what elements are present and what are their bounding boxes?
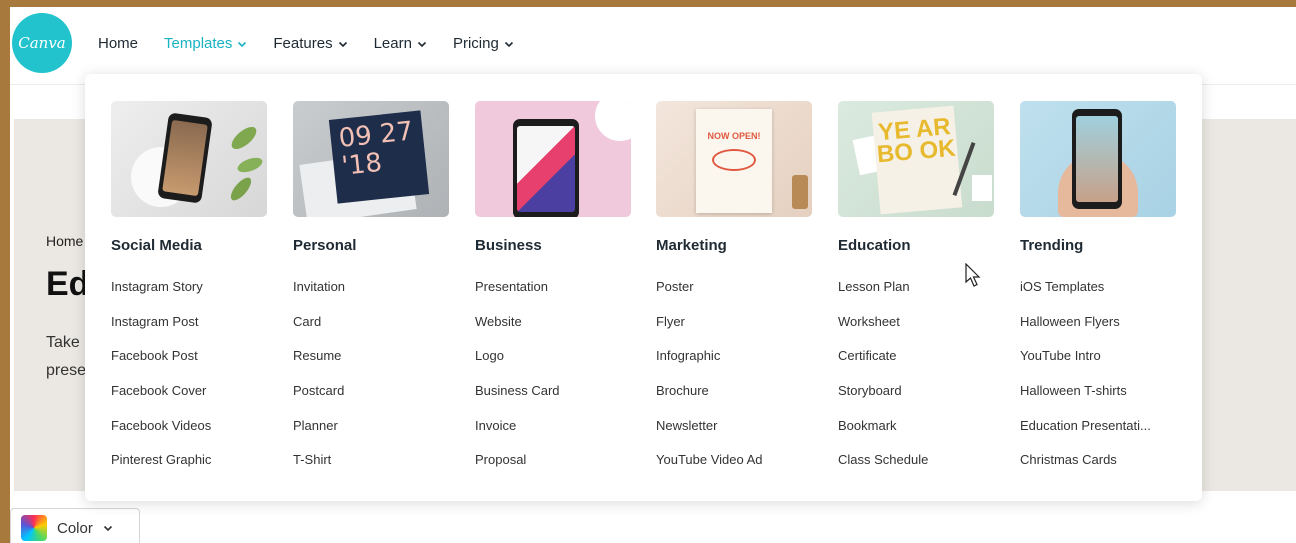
column-trending: Trending iOS Templates Halloween Flyers … (1020, 101, 1176, 478)
marketing-thumbnail[interactable]: NOW OPEN! (656, 101, 812, 217)
yearbook-artwork-text: YE AR BO OK (875, 113, 957, 169)
nav-label: Features (273, 35, 333, 52)
chevron-down-icon (417, 41, 427, 47)
nav-templates[interactable]: Templates (164, 35, 247, 52)
menu-link[interactable]: Christmas Cards (1020, 443, 1176, 478)
menu-link[interactable]: iOS Templates (1020, 270, 1176, 305)
business-thumbnail[interactable] (475, 101, 631, 217)
nav-label: Pricing (452, 35, 499, 52)
mouse-pointer-icon (965, 263, 981, 287)
link-list: Presentation Website Logo Business Card … (475, 270, 631, 478)
chevron-down-icon (238, 41, 247, 47)
menu-link[interactable]: Facebook Cover (111, 374, 267, 409)
column-title[interactable]: Education (838, 237, 994, 255)
link-list: Instagram Story Instagram Post Facebook … (111, 270, 267, 478)
column-business: Business Presentation Website Logo Busin… (475, 101, 631, 478)
column-education: YE AR BO OK Education Lesson Plan Worksh… (838, 101, 994, 478)
menu-link[interactable]: Halloween Flyers (1020, 305, 1176, 340)
menu-link[interactable]: YouTube Video Ad (656, 443, 812, 478)
nav-label: Templates (164, 35, 233, 52)
nav-pricing[interactable]: Pricing (453, 35, 514, 52)
menu-link[interactable]: Logo (475, 339, 631, 374)
personal-thumbnail[interactable]: 09 27 '18 (293, 101, 449, 217)
education-thumbnail[interactable]: YE AR BO OK (838, 101, 994, 217)
menu-link[interactable]: Facebook Videos (111, 409, 267, 444)
link-list: Invitation Card Resume Postcard Planner … (293, 270, 449, 478)
logo-text: Canva (18, 34, 66, 52)
menu-link[interactable]: Worksheet (838, 305, 994, 340)
browser-page: Home Ed Take prese Color Canva Home Temp… (10, 7, 1296, 543)
menu-link[interactable]: Business Card (475, 374, 631, 409)
poster-artwork: NOW OPEN! (696, 109, 772, 213)
menu-link[interactable]: Resume (293, 339, 449, 374)
menu-link[interactable]: Poster (656, 270, 812, 305)
column-title[interactable]: Social Media (111, 237, 267, 255)
menu-link[interactable]: Website (475, 305, 631, 340)
card-artwork-text: 09 27 '18 (337, 116, 415, 182)
menu-link[interactable]: Brochure (656, 374, 812, 409)
color-filter-button[interactable]: Color (10, 508, 140, 543)
color-filter-label: Color (57, 519, 93, 537)
column-title[interactable]: Business (475, 237, 631, 255)
menu-link[interactable]: T-Shirt (293, 443, 449, 478)
chevron-down-icon (103, 525, 112, 532)
chevron-down-icon (338, 41, 347, 47)
menu-link[interactable]: Class Schedule (838, 443, 994, 478)
menu-link[interactable]: Education Presentati... (1020, 409, 1176, 444)
breadcrumb[interactable]: Home (46, 233, 83, 249)
column-marketing: NOW OPEN! Marketing Poster Flyer Infogra… (656, 101, 812, 478)
column-title[interactable]: Trending (1020, 237, 1176, 255)
poster-artwork-text: NOW OPEN! (707, 131, 761, 141)
canva-logo[interactable]: Canva (12, 13, 72, 73)
nav-home[interactable]: Home (98, 35, 138, 52)
nav-learn[interactable]: Learn (374, 35, 427, 52)
chevron-down-icon (504, 41, 513, 47)
card-artwork: 09 27 '18 (328, 110, 430, 204)
templates-dropdown-menu: Social Media Instagram Story Instagram P… (85, 74, 1202, 501)
yearbook-artwork: YE AR BO OK (871, 105, 963, 215)
menu-link[interactable]: Instagram Post (111, 305, 267, 340)
menu-link[interactable]: Certificate (838, 339, 994, 374)
page-title: Ed (46, 265, 90, 303)
trending-thumbnail[interactable] (1020, 101, 1176, 217)
column-personal: 09 27 '18 Personal Invitation Card Resum… (293, 101, 449, 478)
menu-link[interactable]: Presentation (475, 270, 631, 305)
menu-link[interactable]: Invoice (475, 409, 631, 444)
column-title[interactable]: Marketing (656, 237, 812, 255)
menu-link[interactable]: Postcard (293, 374, 449, 409)
color-swatch-icon (21, 515, 47, 541)
menu-link[interactable]: Facebook Post (111, 339, 267, 374)
social-media-thumbnail[interactable] (111, 101, 267, 217)
nav-label: Home (98, 35, 139, 52)
menu-link[interactable]: Pinterest Graphic (111, 443, 267, 478)
nav-features[interactable]: Features (273, 35, 347, 52)
column-social-media: Social Media Instagram Story Instagram P… (111, 101, 267, 478)
menu-link[interactable]: Bookmark (838, 409, 994, 444)
menu-link[interactable]: Halloween T-shirts (1020, 374, 1176, 409)
menu-link[interactable]: Card (293, 305, 449, 340)
menu-link[interactable]: Instagram Story (111, 270, 267, 305)
menu-link[interactable]: Invitation (293, 270, 449, 305)
menu-link[interactable]: Flyer (656, 305, 812, 340)
column-title[interactable]: Personal (293, 237, 449, 255)
link-list: Poster Flyer Infographic Brochure Newsle… (656, 270, 812, 478)
menu-link[interactable]: Proposal (475, 443, 631, 478)
nav-label: Learn (373, 35, 412, 52)
link-list: iOS Templates Halloween Flyers YouTube I… (1020, 270, 1176, 478)
menu-link[interactable]: Infographic (656, 339, 812, 374)
link-list: Lesson Plan Worksheet Certificate Storyb… (838, 270, 994, 478)
menu-link[interactable]: Planner (293, 409, 449, 444)
menu-link[interactable]: Newsletter (656, 409, 812, 444)
menu-link[interactable]: YouTube Intro (1020, 339, 1176, 374)
main-nav: Home Templates Features Learn Pricing (98, 35, 514, 52)
menu-link[interactable]: Storyboard (838, 374, 994, 409)
